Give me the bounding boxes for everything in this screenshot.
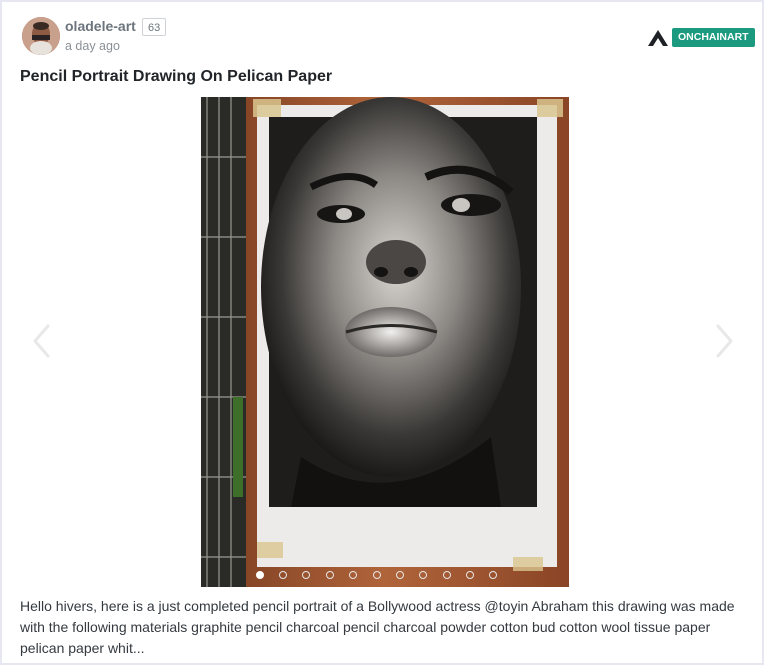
chevron-right-icon[interactable] xyxy=(711,322,737,360)
carousel-dot[interactable] xyxy=(302,571,311,579)
post-summary[interactable]: Hello hivers, here is a just completed p… xyxy=(20,596,740,659)
post-card[interactable]: oladele-art 63 a day ago ONCHAINART Penc… xyxy=(0,0,764,665)
post-timestamp[interactable]: a day ago xyxy=(65,39,120,53)
carousel-dot[interactable] xyxy=(325,571,334,579)
carousel-dot[interactable] xyxy=(279,571,288,579)
carousel-dot[interactable] xyxy=(395,571,404,579)
author-reputation-badge: 63 xyxy=(142,18,167,36)
chevron-left-icon[interactable] xyxy=(29,322,55,360)
carousel-dot[interactable] xyxy=(419,571,428,579)
carousel-dot[interactable] xyxy=(255,571,264,579)
carousel-dot[interactable] xyxy=(349,571,358,579)
carousel-indicators xyxy=(248,571,505,583)
post-title[interactable]: Pencil Portrait Drawing On Pelican Paper xyxy=(20,68,332,86)
community-badge[interactable]: ONCHAINART xyxy=(672,28,755,47)
avatar-image xyxy=(22,17,60,55)
portrait-drawing-image xyxy=(201,97,569,587)
carousel-dot[interactable] xyxy=(466,571,475,579)
carousel-dot[interactable] xyxy=(489,571,498,579)
community-logo-icon[interactable] xyxy=(647,29,669,47)
author-username[interactable]: oladele-art xyxy=(65,18,136,34)
carousel-dot[interactable] xyxy=(442,571,451,579)
image-carousel[interactable] xyxy=(201,97,569,587)
carousel-dot[interactable] xyxy=(372,571,381,579)
author-avatar[interactable] xyxy=(22,17,60,55)
